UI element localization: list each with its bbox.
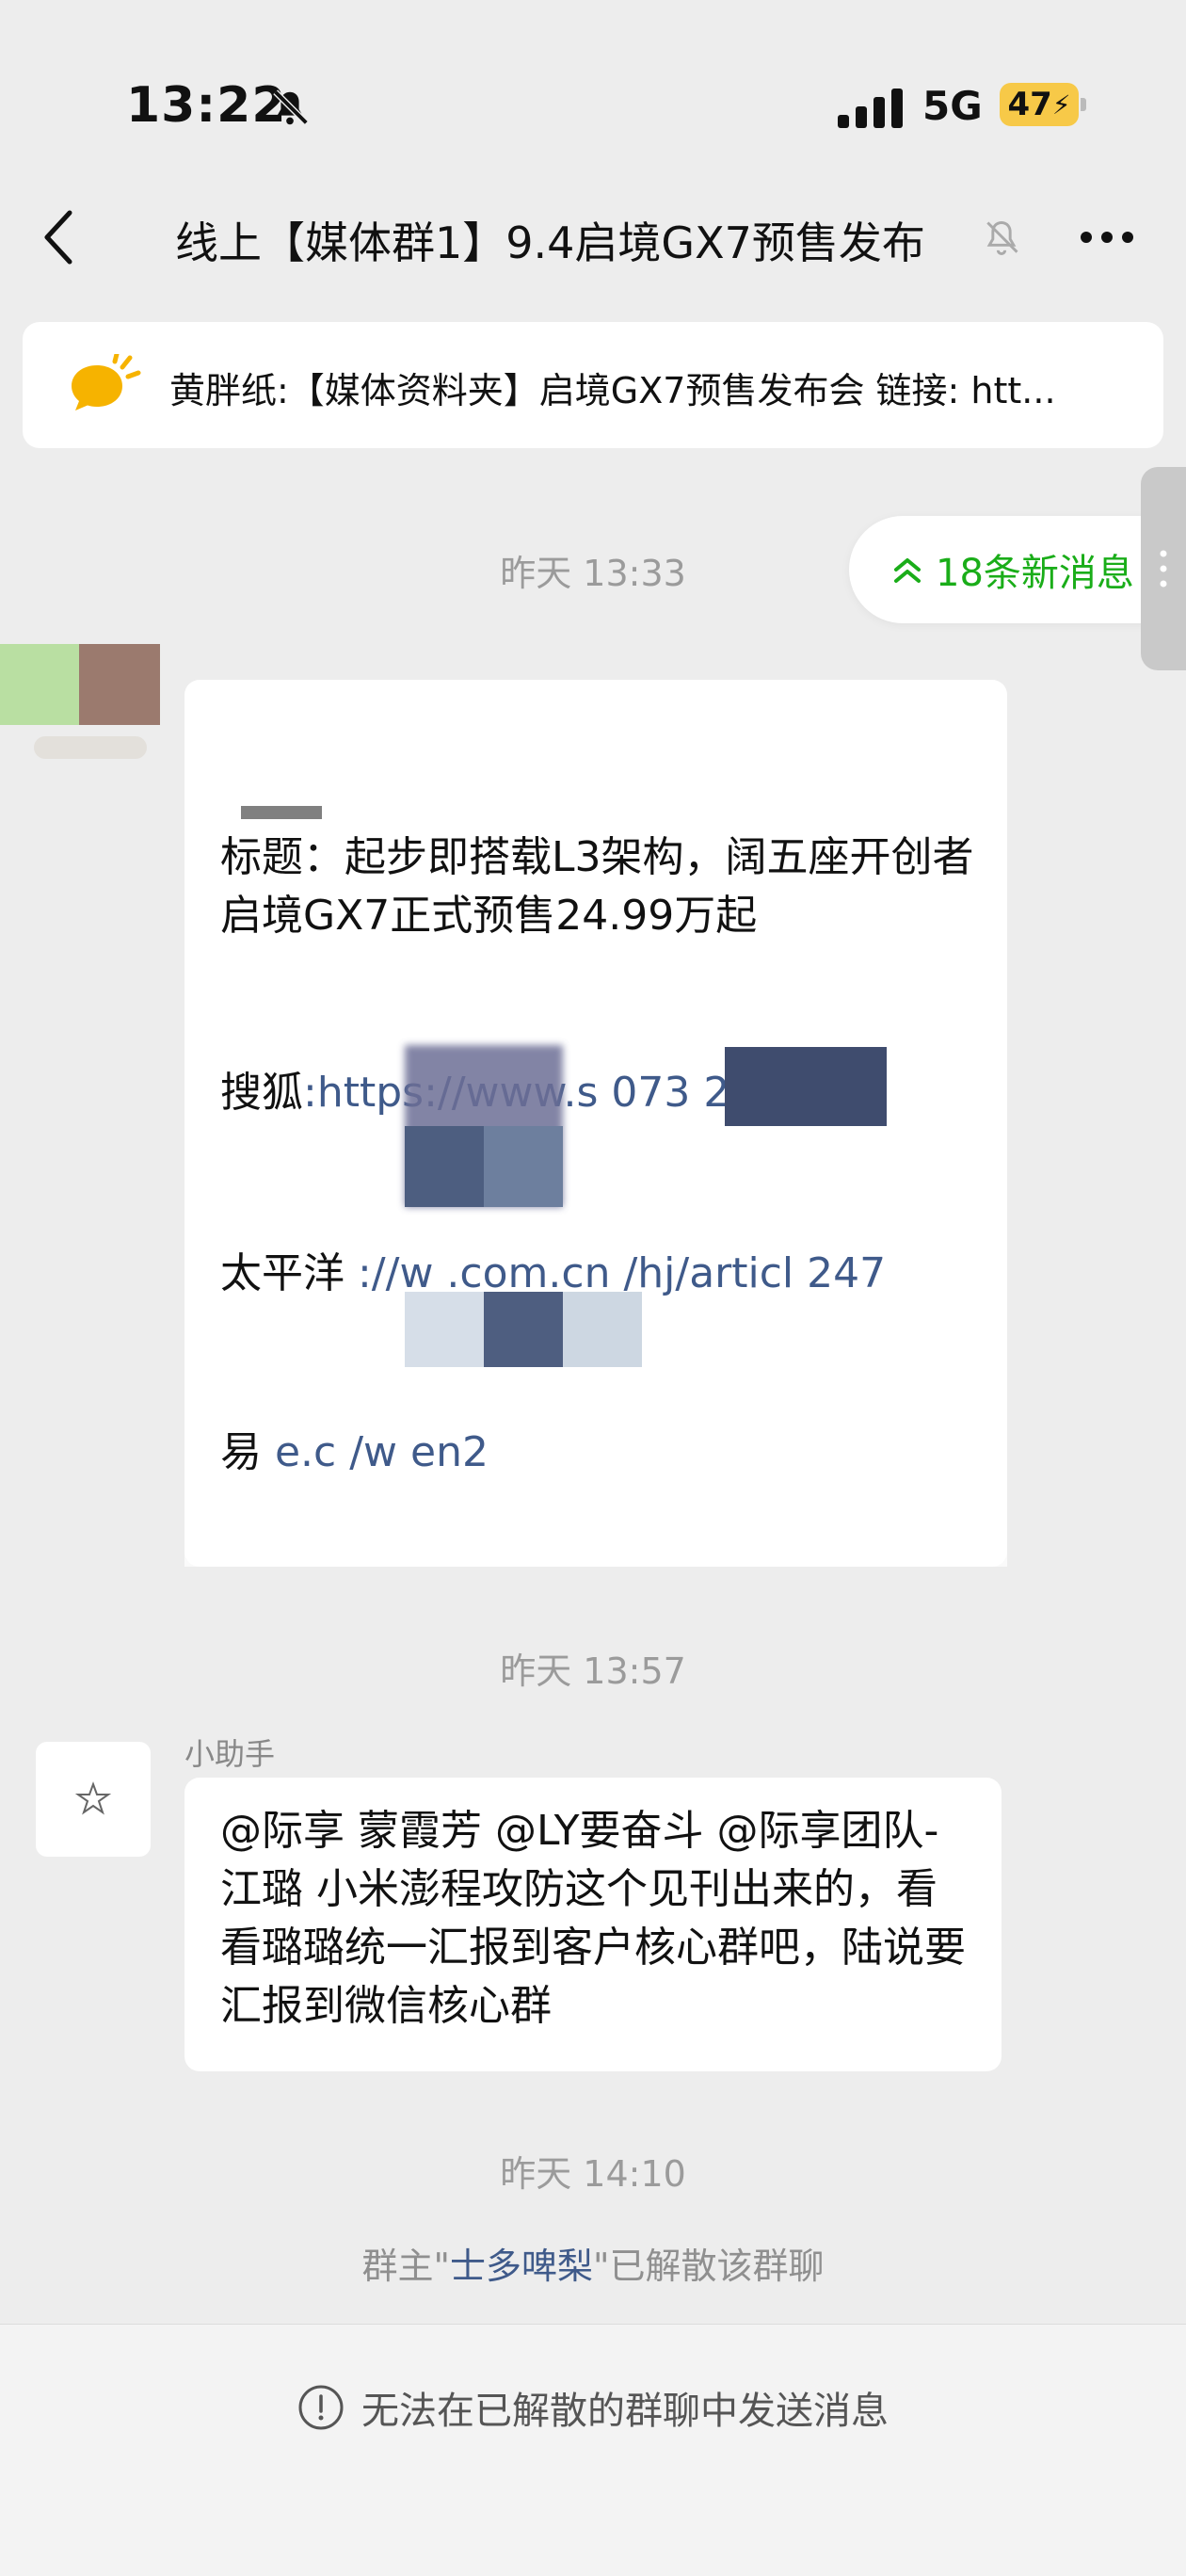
redaction-block — [405, 1292, 484, 1367]
link-url[interactable]: ://w .com.cn /hj/articl 247 — [345, 1249, 886, 1297]
avatar-blur — [34, 736, 147, 759]
muted-bell-icon — [986, 221, 1018, 255]
time-divider: 昨天 13:33 — [500, 553, 686, 594]
back-chevron-icon[interactable] — [40, 207, 77, 267]
redaction-block — [484, 1292, 563, 1367]
info-exclamation-icon — [298, 2385, 344, 2430]
redaction-block — [563, 1292, 642, 1367]
cellular-signal-icon — [838, 89, 903, 128]
chat-title: 线上【媒体群1】9.4启境GX7预售发布 — [175, 217, 925, 268]
announcement-text: 黄胖纸:【媒体资料夹】启境GX7预售发布会 链接: htt... — [169, 370, 1056, 411]
avatar[interactable] — [36, 1742, 151, 1857]
cannot-send-notice: 无法在已解散的群聊中发送消息 — [0, 2380, 1186, 2435]
do-not-disturb-bell-icon — [273, 89, 309, 125]
link-item-netease[interactable]: 易 e.c /w en2 — [220, 1424, 983, 1482]
network-type: 5G — [922, 83, 983, 129]
more-dots-icon[interactable] — [1079, 226, 1135, 249]
battery-indicator: 47 ⚡ — [1000, 83, 1086, 126]
redacted-sender — [241, 806, 322, 819]
avatar[interactable] — [0, 644, 160, 725]
redaction-block — [725, 1047, 887, 1126]
input-area-disabled — [0, 2325, 1186, 2576]
message-title: 标题：起步即搭载L3架构，阔五座开创者启境GX7正式预售24.99万起 — [220, 833, 974, 940]
group-owner-link[interactable]: 士多啤梨 — [450, 2246, 593, 2287]
system-notice: 群主"士多啤梨"已解散该群聊 — [361, 2246, 825, 2287]
sender-name: 小助手 — [184, 1736, 276, 1772]
link-url[interactable]: e.c /w en2 — [262, 1428, 489, 1476]
link-source: 太平洋 — [220, 1249, 345, 1297]
status-time: 13:22 — [126, 77, 287, 134]
time-divider: 昨天 14:10 — [500, 2153, 686, 2195]
cannot-send-text: 无法在已解散的群聊中发送消息 — [361, 2390, 889, 2433]
time-divider: 昨天 13:57 — [500, 1650, 686, 1692]
bot-star-icon — [75, 1781, 111, 1815]
link-source: 搜狐 — [220, 1069, 303, 1117]
redaction-block — [484, 1126, 563, 1207]
pinned-announcement[interactable]: 黄胖纸:【媒体资料夹】启境GX7预售发布会 链接: htt... — [23, 322, 1163, 448]
battery-level: 47 — [1007, 86, 1052, 123]
link-source: 易 — [220, 1428, 262, 1476]
message-text: @际享 蒙霞芳 @LY要奋斗 @际享团队-江璐 小米澎程攻防这个见刊出来的，看看… — [220, 1807, 966, 2030]
announcement-bubble-icon — [72, 354, 141, 411]
